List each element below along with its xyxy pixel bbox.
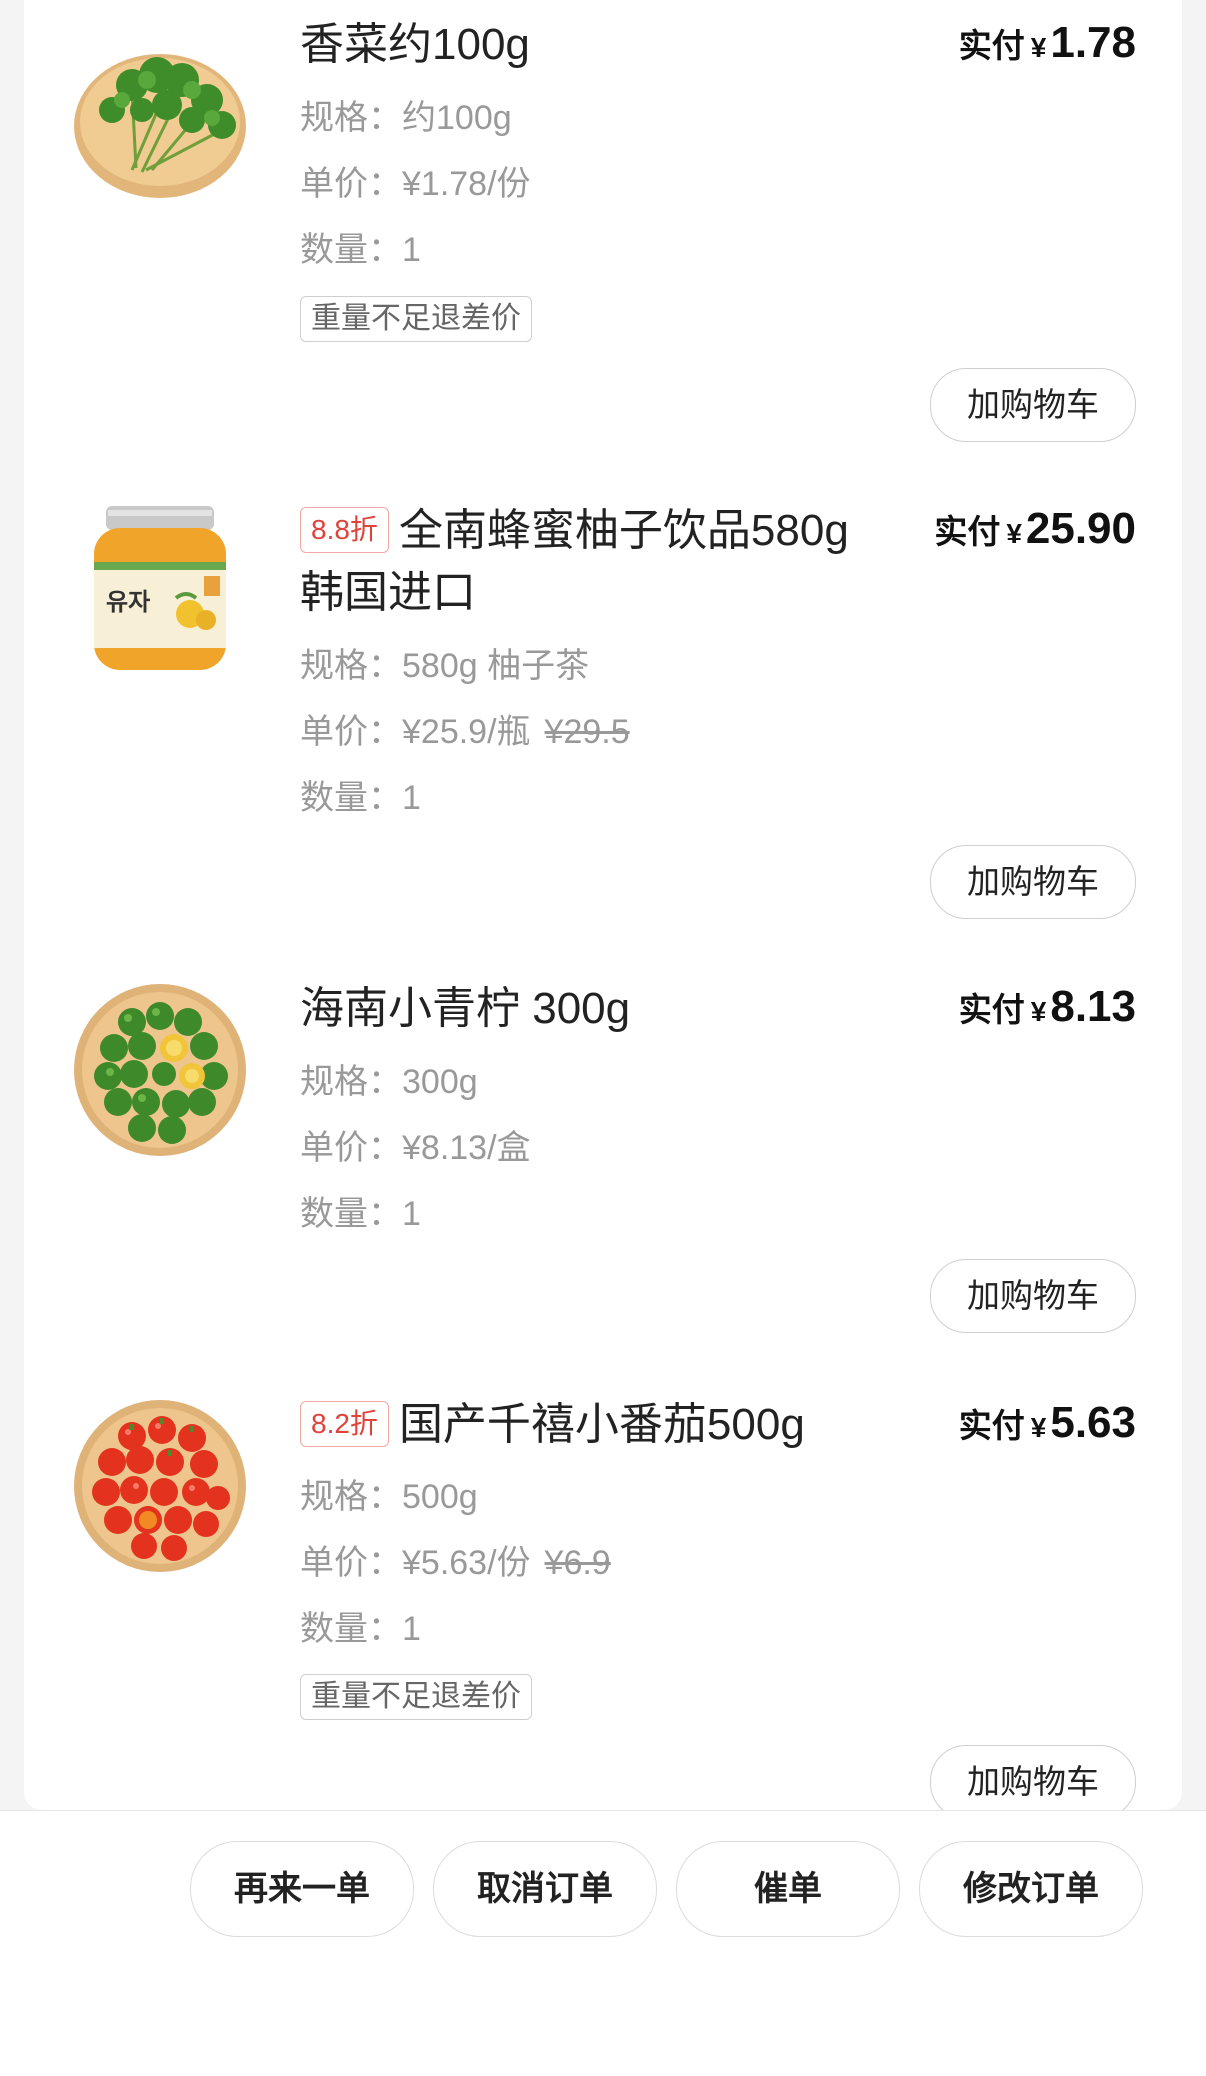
coriander-image[interactable]: [72, 30, 248, 206]
paid-label: 实付: [958, 1407, 1025, 1444]
paid-value: 5.63: [1050, 1398, 1136, 1447]
product-spec: 规格：500g: [300, 1478, 478, 1516]
product-unit-price: 单价：¥1.78/份: [300, 165, 531, 203]
cherry-tomato-image[interactable]: [72, 1398, 248, 1574]
paid-value: 1.78: [1050, 18, 1136, 67]
product-spec: 规格：约100g: [300, 99, 512, 137]
refund-tag: 重量不足退差价: [300, 1674, 532, 1720]
product-spec: 规格：300g: [300, 1063, 478, 1101]
paid-value: 25.90: [1025, 504, 1136, 553]
currency-symbol: ¥: [1030, 32, 1047, 63]
currency-symbol: ¥: [1006, 518, 1022, 549]
order-action-bar: 再来一单 取消订单 催单 修改订单: [0, 1810, 1206, 2076]
paid-amount: 实付 ¥25.90: [934, 504, 1136, 554]
add-to-cart-button[interactable]: 加购物车: [930, 845, 1136, 919]
paid-label: 实付: [934, 513, 1001, 550]
yuzu-jar-image[interactable]: 유자: [72, 502, 248, 678]
product-unit-price: 单价：¥25.9/瓶 ¥29.5: [300, 712, 630, 752]
product-unit-price: 单价：¥5.63/份 ¥6.9: [300, 1543, 611, 1583]
paid-label: 实付: [958, 27, 1025, 64]
refund-tag: 重量不足退差价: [300, 296, 532, 342]
product-quantity: 数量：1: [300, 1610, 421, 1648]
discount-badge: 8.8折: [300, 507, 389, 553]
product-spec: 规格：580g 柚子茶: [300, 647, 590, 685]
product-name[interactable]: 香菜约100g: [300, 14, 860, 76]
unit-price-text: 单价：¥25.9/瓶: [300, 713, 531, 751]
product-quantity: 数量：1: [300, 1195, 421, 1233]
paid-amount: 实付 ¥8.13: [959, 982, 1136, 1032]
product-name-text: 国产千禧小番茄500g: [398, 1400, 805, 1449]
currency-symbol: ¥: [1030, 1412, 1047, 1443]
modify-order-button[interactable]: 修改订单: [919, 1841, 1143, 1937]
product-name[interactable]: 8.2折 国产千禧小番茄500g: [300, 1394, 860, 1456]
product-name[interactable]: 海南小青柠 300g: [300, 978, 860, 1040]
reorder-button[interactable]: 再来一单: [190, 1841, 414, 1937]
product-unit-price: 单价：¥8.13/盒: [300, 1129, 531, 1167]
order-items-card: 香菜约100g 规格：约100g 单价：¥1.78/份 数量：1 重量不足退差价…: [24, 0, 1182, 1819]
urge-order-button[interactable]: 催单: [676, 1841, 900, 1937]
add-to-cart-button[interactable]: 加购物车: [930, 1259, 1136, 1333]
svg-text:유자: 유자: [106, 588, 150, 616]
paid-value: 8.13: [1050, 982, 1136, 1031]
product-quantity: 数量：1: [300, 779, 421, 817]
add-to-cart-button[interactable]: 加购物车: [930, 368, 1136, 442]
original-price: ¥6.9: [544, 1544, 611, 1582]
product-quantity: 数量：1: [300, 231, 421, 269]
product-name[interactable]: 8.8折 全南蜂蜜柚子饮品580g 韩国进口: [300, 500, 860, 624]
cancel-order-button[interactable]: 取消订单: [433, 1841, 657, 1937]
currency-symbol: ¥: [1030, 996, 1047, 1027]
add-to-cart-button[interactable]: 加购物车: [930, 1745, 1136, 1819]
paid-label: 实付: [958, 991, 1025, 1028]
original-price: ¥29.5: [544, 713, 630, 751]
discount-badge: 8.2折: [300, 1401, 389, 1447]
paid-amount: 实付 ¥1.78: [959, 18, 1136, 68]
lime-plate-image[interactable]: [72, 982, 248, 1158]
unit-price-text: 单价：¥5.63/份: [300, 1544, 531, 1582]
paid-amount: 实付 ¥5.63: [959, 1398, 1136, 1448]
